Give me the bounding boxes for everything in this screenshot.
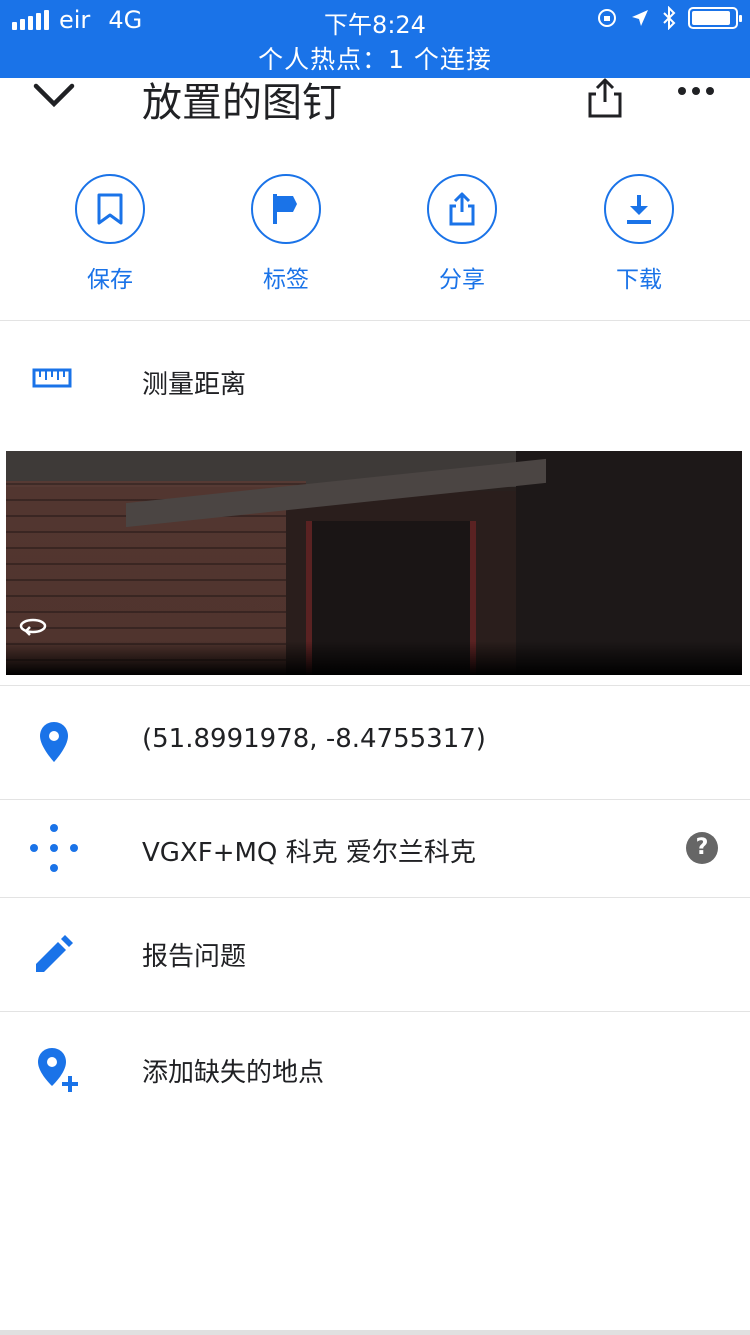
report-problem-label: 报告问题 xyxy=(142,942,247,972)
street-view-thumbnail[interactable] xyxy=(6,451,742,675)
save-button[interactable]: 保存 xyxy=(40,174,180,294)
share-icon[interactable] xyxy=(584,78,626,118)
report-problem-row[interactable]: 报告问题 xyxy=(0,898,750,1011)
bottom-edge xyxy=(0,1330,750,1335)
action-bar: 保存 标签 分享 下载 xyxy=(0,174,750,294)
share-label: 分享 xyxy=(439,267,485,293)
flag-icon xyxy=(273,194,297,224)
save-label: 保存 xyxy=(87,267,133,293)
status-icons xyxy=(596,6,742,30)
orientation-lock-icon xyxy=(598,9,616,27)
plus-code-text: VGXF+MQ 科克 爱尔兰科克 xyxy=(142,838,476,868)
status-bar: eir 4G 下午8:24 个人热点：1 个连接 xyxy=(0,0,750,78)
bookmark-icon xyxy=(97,193,123,225)
360-rotate-icon xyxy=(19,618,47,636)
label-label: 标签 xyxy=(263,267,309,293)
bluetooth-icon xyxy=(663,6,676,30)
collapse-chevron-icon[interactable] xyxy=(30,78,78,112)
hotspot-banner[interactable]: 个人热点：1 个连接 xyxy=(0,40,750,76)
plus-code-row[interactable]: VGXF+MQ 科克 爱尔兰科克 xyxy=(0,800,750,897)
help-icon[interactable]: ? xyxy=(686,832,718,864)
page-title: 放置的图钉 xyxy=(142,80,342,126)
measure-distance-label: 测量距离 xyxy=(142,370,247,400)
location-pin-icon xyxy=(40,722,68,762)
coordinates-text: (51.8991978, -8.4755317) xyxy=(142,724,486,754)
plus-code-icon xyxy=(30,824,78,872)
battery-icon xyxy=(688,7,742,29)
more-options-icon[interactable] xyxy=(676,84,716,98)
download-button[interactable]: 下载 xyxy=(569,174,709,294)
location-arrow-icon xyxy=(632,10,648,26)
pencil-icon xyxy=(36,935,73,972)
download-icon xyxy=(627,195,651,224)
label-button[interactable]: 标签 xyxy=(216,174,356,294)
add-missing-place-label: 添加缺失的地点 xyxy=(142,1058,325,1088)
share-icon xyxy=(449,192,475,226)
measure-distance-row[interactable]: 测量距离 xyxy=(0,340,750,420)
add-missing-place-row[interactable]: 添加缺失的地点 xyxy=(0,1012,750,1122)
coordinates-row[interactable]: (51.8991978, -8.4755317) xyxy=(0,686,750,798)
place-header: 放置的图钉 xyxy=(0,78,750,138)
ruler-icon xyxy=(32,368,72,388)
share-button[interactable]: 分享 xyxy=(392,174,532,294)
download-label: 下载 xyxy=(616,267,662,293)
divider xyxy=(0,320,750,321)
add-location-icon xyxy=(38,1048,78,1092)
